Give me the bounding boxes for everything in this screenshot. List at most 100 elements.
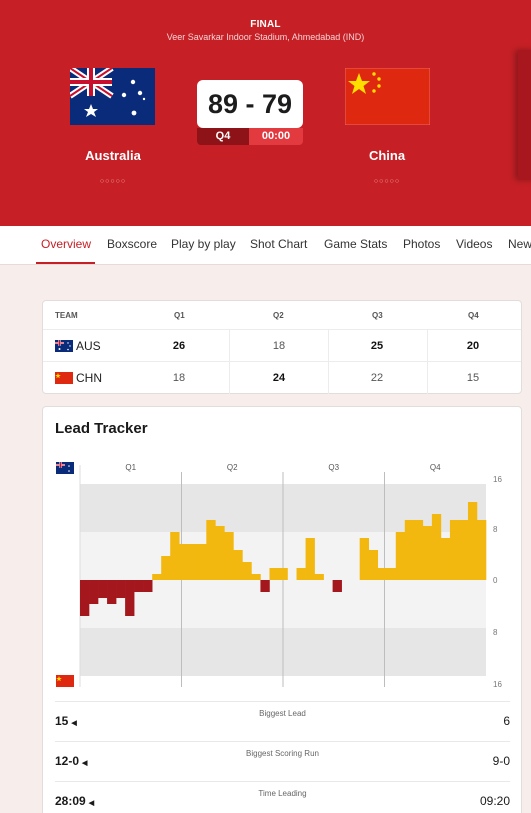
stat-label: Time Leading (258, 789, 307, 798)
away-value: 09:20 (479, 794, 510, 808)
score-cell: 24 (272, 372, 286, 384)
time-leading-row: 28:09 ◀ Time Leading 09:20 (55, 781, 510, 813)
lead-bar (134, 580, 144, 592)
lead-bar (314, 574, 324, 580)
lead-bar (89, 580, 99, 604)
lead-bar (476, 520, 487, 580)
lead-tracker-chart: Q1 Q2 Q3 Q4 16 8 0 8 16 (56, 462, 502, 689)
lead-bar (98, 580, 108, 598)
team-cell: AUS (55, 330, 101, 362)
lead-bar (116, 580, 126, 598)
home-team-form-dots: ○○○○○ (99, 178, 127, 185)
y-tick-label: 16 (493, 475, 502, 484)
quarter-label: Q3 (328, 463, 339, 472)
lead-bar (233, 550, 243, 580)
home-team-name[interactable]: Australia (53, 148, 173, 163)
tab-photos[interactable]: Photos (403, 237, 440, 251)
match-header: FINAL Veer Savarkar Indoor Stadium, Ahme… (0, 0, 531, 226)
lead-bar (80, 580, 90, 616)
lead-bar (386, 568, 397, 580)
lead-bar (332, 580, 342, 592)
caret-left-icon: ◀ (82, 760, 88, 767)
lead-bar (377, 568, 388, 580)
score-cell: 25 (370, 340, 384, 352)
australia-flag-icon (55, 340, 73, 352)
lead-bar (278, 568, 288, 580)
tab-play-by-play[interactable]: Play by play (171, 237, 236, 251)
score-cell: 22 (370, 372, 384, 384)
game-nav-tabs: Overview Boxscore Play by play Shot Char… (0, 226, 531, 265)
score-cell: 15 (466, 372, 480, 384)
lead-bar (152, 574, 162, 580)
lead-bar (206, 520, 216, 580)
quarter-scores-table: TEAM Q1 Q2 Q3 Q4 AUS 26 18 25 20 CHN 18 … (42, 300, 522, 394)
lead-bar (215, 526, 225, 580)
lead-bar (449, 520, 460, 580)
china-flag-icon (55, 372, 73, 384)
china-flag-icon (344, 67, 431, 126)
score-cell: 20 (466, 340, 480, 352)
china-flag-icon (56, 675, 74, 687)
caret-left-icon: ◀ (71, 720, 77, 727)
lead-bar (422, 526, 433, 580)
y-tick-label: 8 (493, 525, 498, 534)
game-stage: FINAL (250, 19, 281, 30)
tab-videos[interactable]: Videos (456, 237, 492, 251)
col-header-q1: Q1 (174, 311, 185, 320)
y-tick-label: 0 (493, 576, 498, 585)
col-header-q4: Q4 (468, 311, 479, 320)
col-header-team: TEAM (55, 311, 78, 320)
biggest-run-row: 12-0 ◀ Biggest Scoring Run 9-0 (55, 741, 510, 781)
away-team-form-dots: ○○○○○ (373, 178, 401, 185)
lead-bar (305, 538, 315, 580)
lead-bar (170, 532, 180, 580)
lead-bar (404, 520, 415, 580)
game-clock: Q4 00:00 (197, 128, 303, 145)
lead-bar (161, 556, 171, 580)
lead-bar (359, 538, 370, 580)
tab-news[interactable]: New (508, 237, 531, 251)
table-row: CHN 18 24 22 15 (43, 361, 521, 394)
lead-bar (413, 520, 424, 580)
quarter-label: Q2 (227, 463, 238, 472)
lead-bar (224, 532, 234, 580)
lead-tracker-title: Lead Tracker (55, 420, 148, 437)
period-label: Q4 (197, 128, 249, 145)
lead-bar (242, 562, 252, 580)
away-value: 9-0 (492, 754, 510, 768)
caret-left-icon: ◀ (88, 800, 95, 807)
lead-bar (395, 532, 406, 580)
tab-overview[interactable]: Overview (41, 237, 91, 251)
team-cell: CHN (55, 362, 102, 394)
quarter-label: Q4 (430, 463, 441, 472)
table-row: AUS 26 18 25 20 (43, 329, 521, 362)
lead-bar (179, 544, 189, 580)
lead-tracker-card: Lead Tracker Q1 Q2 Q3 Q4 16 8 0 8 16 15 ◀ Biggest… (42, 406, 522, 813)
venue-label: Veer Savarkar Indoor Stadium, Ahmedabad … (166, 32, 365, 42)
lead-bar (125, 580, 135, 616)
tab-boxscore[interactable]: Boxscore (107, 237, 157, 251)
lead-bar (440, 538, 451, 580)
stat-label: Biggest Scoring Run (246, 749, 319, 758)
biggest-lead-row: 15 ◀ Biggest Lead 6 (55, 701, 510, 741)
score-cell: 26 (172, 340, 186, 352)
active-tab-indicator (36, 262, 95, 264)
col-header-q2: Q2 (273, 311, 284, 320)
away-value: 6 (503, 714, 510, 728)
lead-bar (143, 580, 153, 592)
lead-bar (368, 550, 379, 580)
lead-bar (458, 520, 469, 580)
lead-bar (260, 580, 270, 592)
lead-bar (431, 514, 442, 580)
tab-shot-chart[interactable]: Shot Chart (250, 237, 307, 251)
lead-bar (251, 574, 261, 580)
y-tick-label: 16 (493, 680, 502, 689)
away-team-name[interactable]: China (327, 148, 447, 163)
team-code: AUS (76, 339, 101, 353)
tab-game-stats[interactable]: Game Stats (324, 237, 387, 251)
next-game-card-edge[interactable] (518, 50, 531, 180)
lead-bar (107, 580, 117, 604)
lead-bar (188, 544, 198, 580)
lead-bar (296, 568, 306, 580)
lead-bar (467, 502, 478, 580)
